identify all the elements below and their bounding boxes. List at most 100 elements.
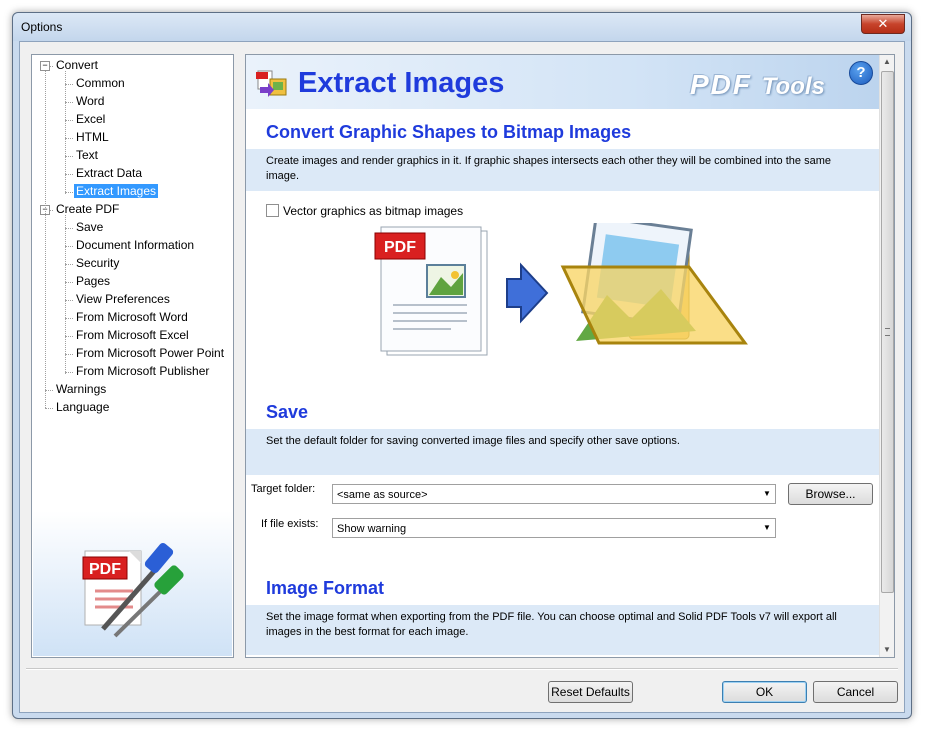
tree-connector [65,174,73,175]
title-bar[interactable]: Options ✕ [13,13,911,41]
tree-item-label: Common [76,76,125,90]
tree-item-label: Create PDF [56,202,120,216]
collapse-icon[interactable]: − [40,61,50,71]
tree-connector [65,354,73,355]
section-desc-save: Set the default folder for saving conver… [246,429,880,475]
reset-defaults-button[interactable]: Reset Defaults [548,681,633,703]
tree-item-label: From Microsoft Word [76,310,188,324]
section-title-save: Save [266,402,309,422]
tree-item[interactable]: Excel [74,111,107,128]
tree-connector [65,138,73,139]
tree-item[interactable]: Pages [74,273,112,290]
chevron-down-icon: ▼ [763,523,771,532]
tree-connector [65,215,66,374]
tree-item-label: Extract Data [76,166,143,180]
logo-pdf-label: PDF [89,561,121,578]
tree-item[interactable]: Security [74,255,121,272]
vector-bitmap-option[interactable]: Vector graphics as bitmap images [266,204,463,218]
tree-item-label: From Microsoft Excel [76,328,189,342]
dialog-client: PDF Convert − Common Word Excel HTML Text Extra… [19,41,905,713]
cancel-button[interactable]: Cancel [813,681,898,703]
vector-bitmap-label: Vector graphics as bitmap images [283,204,464,218]
chevron-down-icon: ▼ [763,489,771,498]
tree-item[interactable]: Text [74,147,100,164]
pdf-tools-brand: PDF Tools [690,69,825,101]
tree-connector [65,228,73,229]
tree-item-label: Extract Images [74,184,159,198]
tree-item-label: Text [76,148,99,162]
tree-item[interactable]: From Microsoft Publisher [74,363,211,380]
convert-illustration: PDF [374,223,748,356]
tree-connector [65,84,73,85]
arrow-right-icon [506,262,549,324]
tree-connector [65,372,73,373]
tree-connector [45,71,46,408]
settings-panel: Extract Images PDF Tools ? Convert Graph… [245,54,895,658]
target-folder-label: Target folder: [251,483,316,495]
tree-item-label: Excel [76,112,106,126]
panel-title: Extract Images [298,67,505,99]
tree-connector [65,336,73,337]
ok-button[interactable]: OK [722,681,807,703]
tree-item[interactable]: Convert [54,57,100,74]
tree-item-label: Language [56,400,110,414]
tree-item-label: Security [76,256,120,270]
tree-connector [45,390,53,391]
tree-connector [65,102,73,103]
tree-item-label: Warnings [56,382,107,396]
pdf-tools-icon: PDF [82,543,184,638]
tree-connector [65,156,73,157]
tree-connector [65,192,73,193]
tree-item[interactable]: From Microsoft Word [74,309,190,326]
tree-item[interactable]: From Microsoft Excel [74,327,191,344]
tree-item[interactable]: Language [54,399,111,416]
tree-item-label: Document Information [76,238,195,252]
section-desc-convert: Create images and render graphics in it.… [246,149,880,191]
tree-item[interactable]: Extract Images [74,183,159,200]
tree-item[interactable]: View Preferences [74,291,172,308]
if-exists-select[interactable]: Show warning ▼ [332,518,776,538]
tree-item[interactable]: Word [74,93,106,110]
tree-item-label: View Preferences [76,292,170,306]
window-title: Options [21,20,63,34]
section-title-convert: Convert Graphic Shapes to Bitmap Images [266,122,632,142]
tree-item-label: From Microsoft Power Point [76,346,225,360]
tree-item[interactable]: From Microsoft Power Point [74,345,226,362]
section-title-format: Image Format [266,578,385,598]
tree-connector [65,282,73,283]
if-exists-label: If file exists: [261,518,319,530]
tree-item[interactable]: Common [74,75,127,92]
tree-connector [65,264,73,265]
tree-item[interactable]: HTML [74,129,111,146]
pdf-tools-logo: PDF [33,511,232,656]
scroll-up-icon[interactable]: ▲ [880,55,894,69]
if-exists-value: Show warning [337,523,407,535]
tree-connector [65,120,73,121]
panel-scrollbar[interactable]: ▲ ▼ [879,55,894,657]
scroll-down-icon[interactable]: ▼ [880,643,894,657]
panel-header: Extract Images PDF Tools ? [246,55,880,109]
scroll-thumb[interactable] [881,71,894,593]
tree-item[interactable]: Save [74,219,105,236]
tree-item[interactable]: Document Information [74,237,196,254]
tree-item-label: Convert [56,58,99,72]
vector-bitmap-checkbox[interactable] [266,204,279,217]
tree-connector [65,300,73,301]
tree-item-label: HTML [76,130,109,144]
close-icon: ✕ [877,16,889,31]
tree-connector [45,408,53,409]
target-folder-select[interactable]: <same as source> ▼ [332,484,776,504]
tree-connector [65,71,66,194]
pdf-badge: PDF [384,239,416,256]
section-desc-format: Set the image format when exporting from… [246,605,880,655]
target-folder-value: <same as source> [337,489,428,501]
browse-button[interactable]: Browse... [788,483,873,505]
tree-item[interactable]: Extract Data [74,165,144,182]
close-button[interactable]: ✕ [861,14,905,34]
help-glyph: ? [856,64,866,81]
help-icon[interactable]: ? [849,61,873,85]
extract-images-icon [256,70,287,97]
tree-item[interactable]: Warnings [54,381,108,398]
brand-sub: Tools [761,73,825,100]
tree-item-label: Pages [76,274,111,288]
